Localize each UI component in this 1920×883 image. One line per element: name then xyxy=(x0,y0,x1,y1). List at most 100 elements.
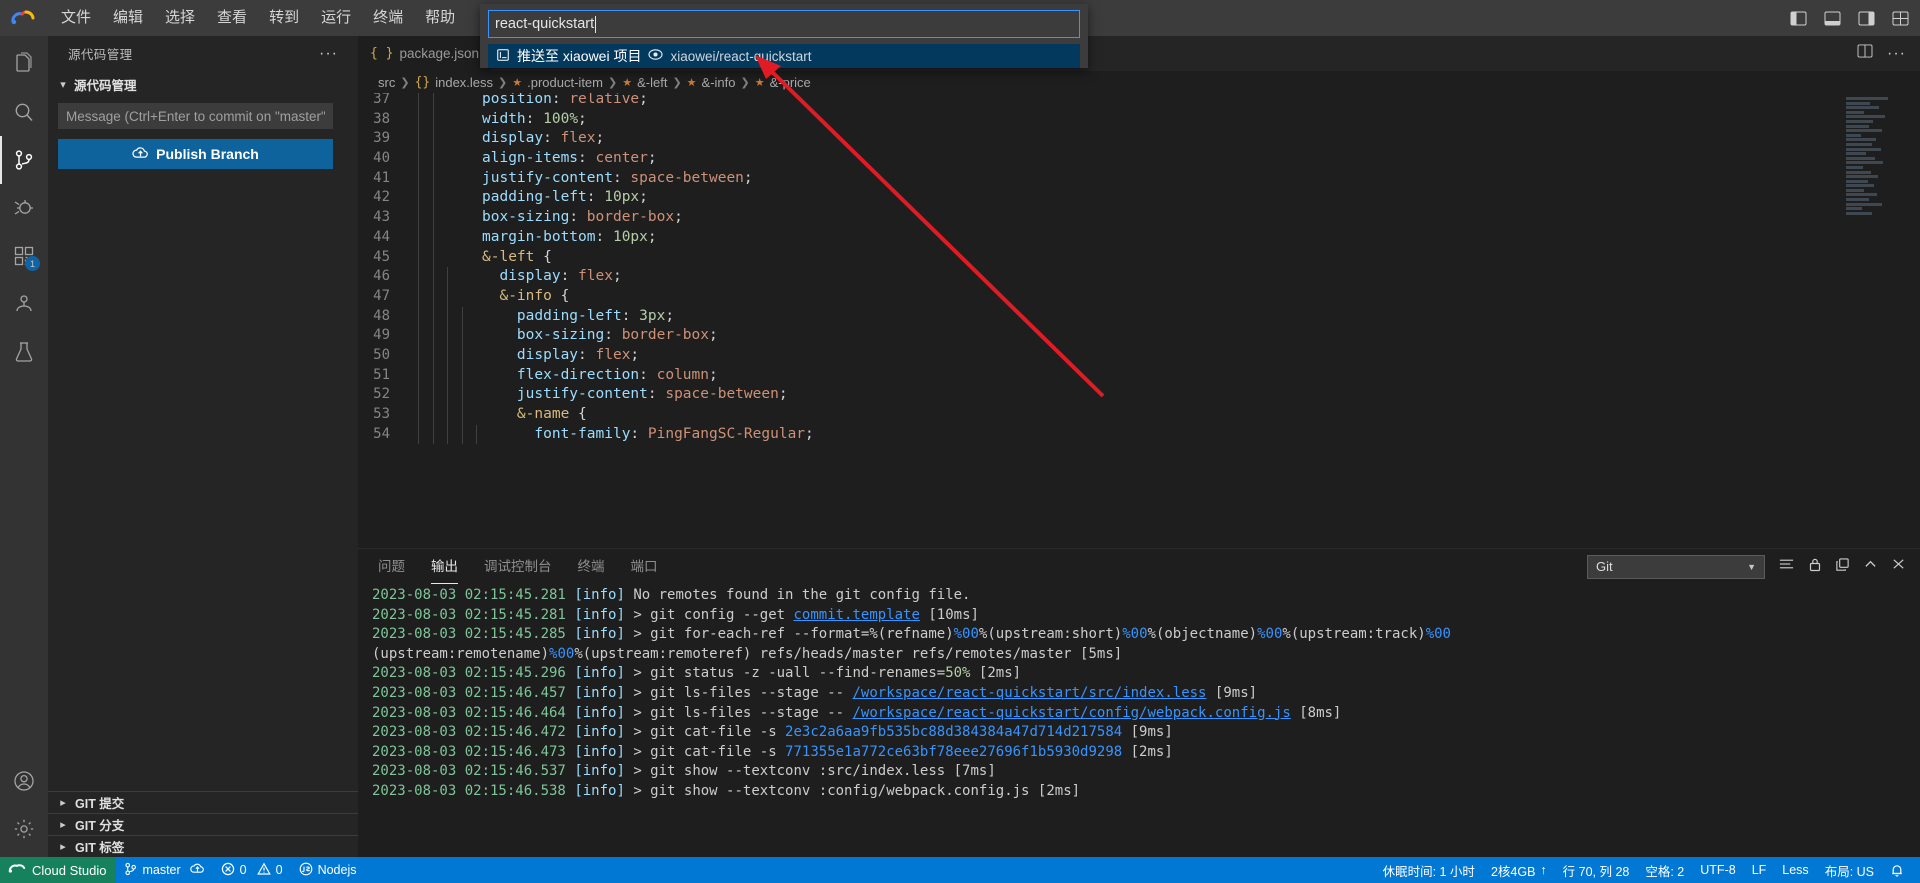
menu-file[interactable]: 文件 xyxy=(50,0,102,36)
status-eol[interactable]: LF xyxy=(1744,857,1775,883)
toggle-primary-sidebar-icon[interactable] xyxy=(1788,8,1808,28)
customize-layout-icon[interactable] xyxy=(1890,8,1910,28)
indent-guides xyxy=(416,208,482,228)
breadcrumb-item-info[interactable]: &-info xyxy=(702,75,736,90)
code-text: display: flex; xyxy=(516,346,640,363)
scm-section-header[interactable]: ▾ 源代码管理 xyxy=(48,71,358,97)
minimap-line xyxy=(1846,133,1861,137)
status-cursor-position[interactable]: 行 70, 列 28 xyxy=(1555,857,1638,883)
panel-tab-ports[interactable]: 端口 xyxy=(631,549,658,584)
commit-message-input[interactable] xyxy=(58,103,333,129)
cloud-sync-icon xyxy=(189,862,205,878)
line-number: 50 xyxy=(373,346,390,363)
code-line: 37 position: relative; xyxy=(358,93,1920,110)
git-commits-section[interactable]: ▸ GIT 提交 xyxy=(48,791,358,813)
activity-run-debug[interactable] xyxy=(0,184,48,232)
activity-accounts[interactable] xyxy=(0,757,48,805)
sidebar-more-actions-icon[interactable]: ··· xyxy=(319,45,338,63)
line-number: 53 xyxy=(373,406,390,422)
split-editor-icon[interactable] xyxy=(1857,44,1873,63)
toggle-panel-icon[interactable] xyxy=(1822,8,1842,28)
line-number: 41 xyxy=(373,169,390,186)
indent-guides xyxy=(416,326,482,346)
menu-go[interactable]: 转到 xyxy=(258,0,310,36)
code-text: width: 100%; xyxy=(482,110,587,127)
activity-extensions[interactable]: 1 xyxy=(0,232,48,280)
status-runtime[interactable]: Nodejs xyxy=(291,857,365,883)
menu-edit[interactable]: 编辑 xyxy=(102,0,154,36)
minimap-line xyxy=(1846,147,1881,151)
editor-tab-package-json[interactable]: { } package.json xyxy=(358,36,493,71)
status-sleep-time[interactable]: 休眠时间: 1 小时 xyxy=(1375,857,1483,883)
close-panel-icon[interactable] xyxy=(1891,557,1906,576)
editor-more-actions-icon[interactable]: ··· xyxy=(1887,45,1906,63)
quick-input-box[interactable]: react-quickstart xyxy=(488,10,1080,38)
status-cloud-studio[interactable]: Cloud Studio xyxy=(0,857,117,883)
indent-guides xyxy=(416,149,482,169)
output-log-line: 2023-08-03 02:15:45.296 [info] > git sta… xyxy=(372,665,1022,682)
menu-terminal[interactable]: 终端 xyxy=(362,0,414,36)
open-in-editor-icon[interactable] xyxy=(1835,557,1850,577)
menu-run[interactable]: 运行 xyxy=(310,0,362,36)
breadcrumb-item-file[interactable]: index.less xyxy=(435,75,493,90)
minimap-line xyxy=(1846,179,1868,183)
panel-tab-terminal[interactable]: 终端 xyxy=(578,549,605,584)
activity-testing[interactable] xyxy=(0,328,48,376)
chevron-right-icon: ❯ xyxy=(608,76,618,89)
activity-remote-explorer[interactable] xyxy=(0,280,48,328)
line-number: 40 xyxy=(373,150,390,167)
status-spec[interactable]: 2核4GB ↑ xyxy=(1483,857,1555,883)
indent-guides xyxy=(416,188,482,209)
activity-explorer[interactable] xyxy=(0,40,48,88)
code-line: 39 display: flex; xyxy=(358,129,1920,150)
breadcrumb-item-price[interactable]: &-price xyxy=(770,75,811,90)
breadcrumb-item-product-item[interactable]: .product-item xyxy=(527,75,603,90)
menu-view[interactable]: 查看 xyxy=(206,0,258,36)
minimap-line xyxy=(1846,156,1875,160)
status-language-mode[interactable]: Less xyxy=(1774,857,1816,883)
output-log-content[interactable]: 2023-08-03 02:15:45.281 [info] No remote… xyxy=(358,584,1920,857)
status-notifications-bell-icon[interactable] xyxy=(1882,857,1912,883)
activity-source-control[interactable] xyxy=(0,136,48,184)
code-text: &-info { xyxy=(499,287,570,304)
code-text: padding-left: 3px; xyxy=(516,307,675,324)
status-branch[interactable]: master xyxy=(116,857,212,883)
status-indentation[interactable]: 空格: 2 xyxy=(1637,857,1692,883)
menu-help[interactable]: 帮助 xyxy=(414,0,466,36)
activity-search[interactable] xyxy=(0,88,48,136)
minimap-line xyxy=(1846,193,1878,197)
code-text: display: flex; xyxy=(499,268,622,285)
publish-branch-button[interactable]: Publish Branch xyxy=(58,139,333,169)
toggle-secondary-sidebar-icon[interactable] xyxy=(1856,8,1876,28)
quick-pick-item-publish[interactable]: 推送至 xiaowei 项目 xiaowei/react-quickstart xyxy=(488,44,1080,68)
cloud-studio-logo-icon xyxy=(8,862,26,878)
git-branches-section[interactable]: ▸ GIT 分支 xyxy=(48,813,358,835)
code-text: padding-left: 10px; xyxy=(482,189,648,206)
activity-bar: 1 xyxy=(0,36,48,857)
chevron-right-icon: ▸ xyxy=(60,841,66,853)
status-problems[interactable]: 0 0 xyxy=(213,857,291,883)
output-channel-select[interactable]: Git ▼ xyxy=(1587,554,1765,579)
code-text: align-items: center; xyxy=(482,150,657,167)
git-tags-section[interactable]: ▸ GIT 标签 xyxy=(48,835,358,857)
menu-selection[interactable]: 选择 xyxy=(154,0,206,36)
panel-tab-output[interactable]: 输出 xyxy=(431,549,458,584)
breadcrumb-item-left[interactable]: &-left xyxy=(637,75,667,90)
minimap-line xyxy=(1846,101,1870,105)
maximize-panel-icon[interactable] xyxy=(1863,558,1878,576)
indent-guides xyxy=(416,385,482,405)
status-encoding[interactable]: UTF-8 xyxy=(1692,857,1743,883)
breadcrumb-item-src[interactable]: src xyxy=(378,75,395,90)
indent-guides xyxy=(416,247,482,268)
activity-manage-gear-icon[interactable] xyxy=(0,805,48,853)
clear-output-icon[interactable] xyxy=(1778,557,1795,576)
quick-input-widget: react-quickstart 推送至 xiaowei 项目 xiaowei/… xyxy=(480,4,1088,68)
panel-tab-debug-console[interactable]: 调试控制台 xyxy=(484,549,552,584)
lock-scroll-icon[interactable] xyxy=(1808,557,1822,577)
code-line: 47 &-info { xyxy=(358,286,1920,307)
status-keyboard-layout[interactable]: 布局: US xyxy=(1817,857,1882,883)
line-number: 43 xyxy=(373,209,390,226)
chevron-down-icon: ▼ xyxy=(1747,561,1756,572)
editor-tab-label: package.json xyxy=(399,46,480,61)
panel-tab-problems[interactable]: 问题 xyxy=(378,549,405,584)
